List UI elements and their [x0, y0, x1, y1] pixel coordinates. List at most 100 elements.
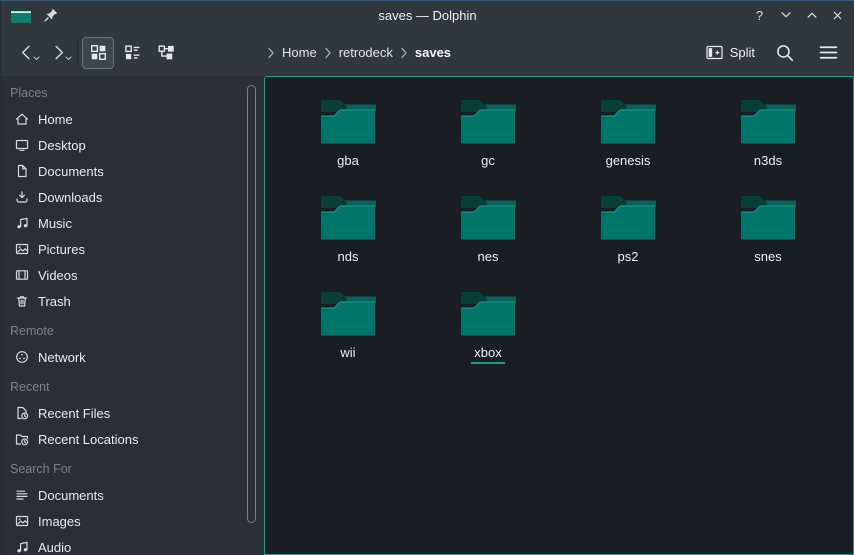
pin-icon[interactable]	[43, 7, 59, 23]
sidebar-item-images[interactable]: Images	[1, 508, 264, 534]
folder-gc[interactable]: gc	[418, 89, 558, 185]
sidebar-item-videos[interactable]: Videos	[1, 262, 264, 288]
recent-file-icon	[14, 405, 30, 421]
folder-label: snes	[751, 249, 784, 266]
folder-label: nes	[475, 249, 502, 266]
folder-xbox[interactable]: xbox	[418, 281, 558, 377]
sidebar-item-desktop[interactable]: Desktop	[1, 132, 264, 158]
desktop-icon	[14, 137, 30, 153]
compact-view-icon	[124, 44, 141, 61]
section-header-places[interactable]: Places	[1, 80, 264, 106]
sidebar-item-home[interactable]: Home	[1, 106, 264, 132]
folder-label: n3ds	[751, 153, 785, 170]
folder-icon	[319, 289, 377, 337]
folder-label: gba	[334, 153, 362, 170]
folder-genesis[interactable]: genesis	[558, 89, 698, 185]
toolbar-right: Split	[706, 29, 841, 76]
text-lines-icon	[14, 487, 30, 503]
search-button[interactable]	[772, 40, 798, 66]
folder-icon	[319, 193, 377, 241]
sidebar-item-label: Trash	[38, 294, 71, 309]
sidebar-scrollbar[interactable]	[247, 85, 256, 523]
folder-label: xbox	[471, 345, 504, 364]
trash-icon	[14, 293, 30, 309]
folder-label: ps2	[615, 249, 642, 266]
menu-button[interactable]	[815, 40, 841, 66]
folder-snes[interactable]: snes	[698, 185, 838, 281]
dolphin-app-icon[interactable]	[10, 6, 32, 24]
sidebar-item-label: Images	[38, 514, 81, 529]
folder-ps2[interactable]: ps2	[558, 185, 698, 281]
close-button[interactable]	[829, 7, 846, 24]
chevron-right-icon	[324, 47, 332, 59]
sidebar-item-trash[interactable]: Trash	[1, 288, 264, 314]
sidebar-item-recent-locations[interactable]: Recent Locations	[1, 426, 264, 452]
tree-view-icon	[158, 44, 175, 61]
folder-label: wii	[337, 345, 358, 362]
titlebar: saves — Dolphin ?	[1, 1, 854, 29]
sidebar-item-label: Videos	[38, 268, 78, 283]
folder-icon	[599, 97, 657, 145]
toolbar-separator	[77, 40, 78, 66]
chevron-right-icon	[267, 47, 275, 59]
back-button[interactable]	[10, 37, 42, 69]
split-icon	[706, 45, 723, 60]
sidebar-item-downloads[interactable]: Downloads	[1, 184, 264, 210]
icons-view-button[interactable]	[82, 37, 114, 69]
folder-label: nds	[335, 249, 362, 266]
sidebar-item-documents[interactable]: Documents	[1, 482, 264, 508]
breadcrumb-home[interactable]: Home	[282, 45, 317, 60]
folder-gba[interactable]: gba	[278, 89, 418, 185]
section-header-search-for[interactable]: Search For	[1, 456, 264, 482]
sidebar-item-label: Recent Files	[38, 406, 110, 421]
toolbar: Home retrodeck saves Split	[1, 29, 854, 76]
hamburger-icon	[819, 44, 838, 61]
sidebar-item-pictures[interactable]: Pictures	[1, 236, 264, 262]
help-button[interactable]: ?	[751, 7, 768, 24]
sidebar-item-music[interactable]: Music	[1, 210, 264, 236]
sidebar-item-label: Recent Locations	[38, 432, 138, 447]
maximize-button[interactable]	[803, 7, 820, 24]
minimize-button[interactable]	[777, 7, 794, 24]
breadcrumb-saves[interactable]: saves	[415, 45, 451, 60]
window-title: saves — Dolphin	[1, 8, 854, 23]
sidebar-item-label: Network	[38, 350, 86, 365]
section-header-recent[interactable]: Recent	[1, 374, 264, 400]
forward-button[interactable]	[42, 37, 74, 69]
forward-dropdown-icon	[65, 48, 72, 66]
sidebar-item-label: Home	[38, 112, 73, 127]
document-icon	[14, 163, 30, 179]
home-icon	[14, 111, 30, 127]
folder-icon	[599, 193, 657, 241]
split-button[interactable]: Split	[706, 45, 755, 60]
tree-view-button[interactable]	[150, 37, 182, 69]
compact-view-button[interactable]	[116, 37, 148, 69]
folder-icon	[319, 97, 377, 145]
folder-icon	[739, 97, 797, 145]
sidebar-item-recent-files[interactable]: Recent Files	[1, 400, 264, 426]
sidebar-item-audio[interactable]: Audio	[1, 534, 264, 555]
folder-nes[interactable]: nes	[418, 185, 558, 281]
sidebar-item-label: Desktop	[38, 138, 86, 153]
folder-nds[interactable]: nds	[278, 185, 418, 281]
folder-icon	[459, 289, 517, 337]
image-icon	[14, 513, 30, 529]
folder-n3ds[interactable]: n3ds	[698, 89, 838, 185]
folder-wii[interactable]: wii	[278, 281, 418, 377]
section-header-remote[interactable]: Remote	[1, 318, 264, 344]
sidebar-item-label: Downloads	[38, 190, 102, 205]
chevron-right-icon	[400, 47, 408, 59]
sidebar-item-documents[interactable]: Documents	[1, 158, 264, 184]
split-label: Split	[730, 45, 755, 60]
breadcrumb-retrodeck[interactable]: retrodeck	[339, 45, 393, 60]
sidebar-item-label: Audio	[38, 540, 71, 555]
music-icon	[14, 215, 30, 231]
sidebar-item-network[interactable]: Network	[1, 344, 264, 370]
music-icon	[14, 539, 30, 555]
places-panel: Places Home Desktop Documents Downloads Music…	[1, 76, 264, 555]
breadcrumb: Home retrodeck saves	[267, 29, 451, 76]
sidebar-item-label: Music	[38, 216, 72, 231]
sidebar-list: Places Home Desktop Documents Downloads Music…	[1, 76, 264, 555]
dolphin-window: saves — Dolphin ?	[0, 0, 854, 555]
folder-view[interactable]: gba gc genesis n3ds nds nes ps2 snes wii…	[264, 76, 854, 555]
